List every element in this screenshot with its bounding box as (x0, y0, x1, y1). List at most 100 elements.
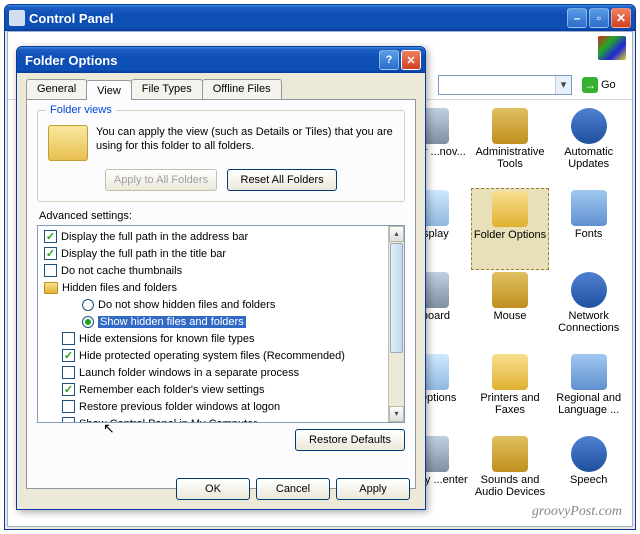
tree-row[interactable]: Hide protected operating system files (R… (38, 347, 388, 364)
cp-item-icon (571, 436, 607, 472)
tab-view[interactable]: View (86, 80, 132, 100)
dialog-close-button[interactable]: ✕ (401, 50, 421, 70)
folder-options-dialog: Folder Options ? ✕ GeneralViewFile Types… (16, 46, 426, 510)
cp-item[interactable]: Fonts (549, 188, 628, 270)
tree-row-label: Show Control Panel in My Computer (79, 418, 257, 423)
cp-item-icon (571, 272, 607, 308)
checkbox-icon[interactable] (62, 400, 75, 413)
tree-row-label: Launch folder windows in a separate proc… (79, 367, 299, 379)
tree-scrollbar[interactable]: ▴ ▾ (388, 226, 404, 422)
tree-row[interactable]: Restore previous folder windows at logon (38, 398, 388, 415)
cp-item-icon (571, 108, 607, 144)
radio-icon[interactable] (82, 316, 94, 328)
cp-item-label: Folder Options (474, 229, 546, 241)
control-panel-icon (9, 10, 25, 26)
checkbox-icon[interactable] (62, 366, 75, 379)
main-titlebar[interactable]: Control Panel – ▫ ✕ (5, 5, 635, 31)
cp-item-label: Printers and Faxes (473, 392, 548, 416)
apply-all-folders-button[interactable]: Apply to All Folders (105, 169, 217, 191)
tree-row-label: Display the full path in the address bar (61, 231, 248, 243)
tabstrip: GeneralViewFile TypesOffline Files (20, 73, 422, 99)
tree-row[interactable]: Show Control Panel in My Computer (38, 415, 388, 422)
radio-icon[interactable] (82, 299, 94, 311)
tree-row[interactable]: Remember each folder's view settings (38, 381, 388, 398)
help-button[interactable]: ? (379, 50, 399, 70)
cp-item[interactable]: Administrative Tools (471, 106, 550, 188)
cp-item-icon (492, 436, 528, 472)
tree-row[interactable]: Do not cache thumbnails (38, 262, 388, 279)
watermark: groovyPost.com (532, 504, 622, 520)
tab-general[interactable]: General (26, 79, 87, 99)
dialog-body: GeneralViewFile TypesOffline Files Folde… (20, 73, 422, 506)
cp-item-icon (571, 190, 607, 226)
address-dropdown-icon[interactable]: ▾ (555, 76, 571, 94)
tab-panel-view: Folder views You can apply the view (suc… (26, 99, 416, 489)
dialog-button-row: OK Cancel Apply (176, 478, 410, 500)
tree-row-label: Restore previous folder windows at logon (79, 401, 280, 413)
cp-item[interactable]: Printers and Faxes (471, 352, 550, 434)
tab-file-types[interactable]: File Types (131, 79, 203, 99)
cp-item-icon (492, 108, 528, 144)
dialog-titlebar[interactable]: Folder Options ? ✕ (17, 47, 425, 73)
checkbox-icon[interactable] (44, 247, 57, 260)
maximize-button[interactable]: ▫ (589, 8, 609, 28)
go-label: Go (601, 79, 616, 91)
advanced-settings-tree[interactable]: Display the full path in the address bar… (37, 225, 405, 423)
checkbox-icon[interactable] (62, 349, 75, 362)
tree-row-label: Show hidden files and folders (98, 316, 246, 328)
checkbox-icon[interactable] (44, 230, 57, 243)
folder-views-icon (48, 125, 88, 161)
tree-row[interactable]: Hide extensions for known file types (38, 330, 388, 347)
cp-item-label: Fonts (575, 228, 603, 240)
cp-item[interactable]: Network Connections (549, 270, 628, 352)
restore-defaults-button[interactable]: Restore Defaults (295, 429, 405, 451)
cp-item-label: Sounds and Audio Devices (473, 474, 548, 498)
cp-item[interactable]: Automatic Updates (549, 106, 628, 188)
cp-item-icon (571, 354, 607, 390)
cp-item[interactable]: Folder Options (471, 188, 550, 270)
minimize-button[interactable]: – (567, 8, 587, 28)
folder-views-legend: Folder views (46, 104, 116, 116)
cp-item-icon (492, 354, 528, 390)
scroll-up-icon[interactable]: ▴ (389, 226, 404, 242)
checkbox-icon[interactable] (62, 417, 75, 422)
cp-item-icon (492, 272, 528, 308)
tree-row[interactable]: Show hidden files and folders (38, 313, 388, 330)
main-close-button[interactable]: ✕ (611, 8, 631, 28)
cp-item-label: Automatic Updates (551, 146, 626, 170)
tree-row[interactable]: Display the full path in the address bar (38, 228, 388, 245)
windows-flag-icon (598, 36, 626, 60)
cp-item[interactable]: Regional and Language ... (549, 352, 628, 434)
dialog-title: Folder Options (21, 53, 379, 68)
folder-icon (44, 282, 58, 294)
cp-item-label: Network Connections (551, 310, 626, 334)
checkbox-icon[interactable] (62, 383, 75, 396)
go-arrow-icon: → (582, 77, 598, 93)
cp-item[interactable]: Mouse (471, 270, 550, 352)
tree-row-label: Hide extensions for known file types (79, 333, 254, 345)
checkbox-icon[interactable] (44, 264, 57, 277)
ok-button[interactable]: OK (176, 478, 250, 500)
tree-row[interactable]: Do not show hidden files and folders (38, 296, 388, 313)
scroll-thumb[interactable] (390, 243, 403, 353)
folder-views-text: You can apply the view (such as Details … (96, 125, 394, 153)
main-window-title: Control Panel (29, 11, 565, 26)
advanced-settings-label: Advanced settings: (39, 210, 405, 222)
tree-row-label: Do not show hidden files and folders (98, 299, 275, 311)
tree-row-label: Hidden files and folders (62, 282, 177, 294)
tree-row[interactable]: Display the full path in the title bar (38, 245, 388, 262)
tree-row[interactable]: Hidden files and folders (38, 279, 388, 296)
apply-button[interactable]: Apply (336, 478, 410, 500)
tab-offline-files[interactable]: Offline Files (202, 79, 282, 99)
tree-row[interactable]: Launch folder windows in a separate proc… (38, 364, 388, 381)
cancel-button[interactable]: Cancel (256, 478, 330, 500)
folder-views-group: Folder views You can apply the view (suc… (37, 110, 405, 202)
checkbox-icon[interactable] (62, 332, 75, 345)
reset-all-folders-button[interactable]: Reset All Folders (227, 169, 337, 191)
scroll-down-icon[interactable]: ▾ (389, 406, 404, 422)
tree-row-label: Display the full path in the title bar (61, 248, 226, 260)
cp-item-label: Administrative Tools (473, 146, 548, 170)
go-button[interactable]: → Go (580, 75, 626, 95)
address-bar[interactable]: ▾ (438, 75, 572, 95)
tree-row-label: Hide protected operating system files (R… (79, 350, 345, 362)
